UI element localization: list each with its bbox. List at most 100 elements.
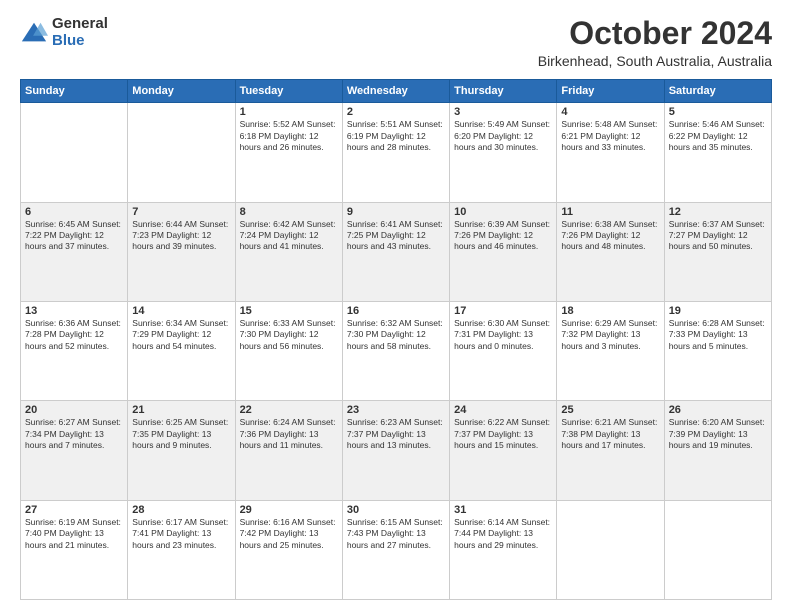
day-number: 3 (454, 106, 552, 118)
cell-info: Sunrise: 6:39 AM Sunset: 7:26 PM Dayligh… (454, 219, 552, 253)
day-number: 7 (132, 206, 230, 218)
day-number: 27 (25, 504, 123, 516)
cell-info: Sunrise: 6:44 AM Sunset: 7:23 PM Dayligh… (132, 219, 230, 253)
calendar-cell: 26Sunrise: 6:20 AM Sunset: 7:39 PM Dayli… (664, 401, 771, 500)
calendar-cell: 29Sunrise: 6:16 AM Sunset: 7:42 PM Dayli… (235, 500, 342, 599)
calendar-cell (664, 500, 771, 599)
cell-info: Sunrise: 6:42 AM Sunset: 7:24 PM Dayligh… (240, 219, 338, 253)
cell-info: Sunrise: 5:52 AM Sunset: 6:18 PM Dayligh… (240, 119, 338, 153)
subtitle: Birkenhead, South Australia, Australia (538, 53, 772, 69)
header-row: SundayMondayTuesdayWednesdayThursdayFrid… (21, 80, 772, 103)
calendar-table: SundayMondayTuesdayWednesdayThursdayFrid… (20, 79, 772, 600)
day-number: 6 (25, 206, 123, 218)
calendar-cell: 14Sunrise: 6:34 AM Sunset: 7:29 PM Dayli… (128, 301, 235, 400)
week-row-3: 13Sunrise: 6:36 AM Sunset: 7:28 PM Dayli… (21, 301, 772, 400)
calendar-cell: 2Sunrise: 5:51 AM Sunset: 6:19 PM Daylig… (342, 103, 449, 202)
cell-info: Sunrise: 6:34 AM Sunset: 7:29 PM Dayligh… (132, 318, 230, 352)
cell-info: Sunrise: 6:25 AM Sunset: 7:35 PM Dayligh… (132, 417, 230, 451)
cell-info: Sunrise: 6:28 AM Sunset: 7:33 PM Dayligh… (669, 318, 767, 352)
calendar-cell: 15Sunrise: 6:33 AM Sunset: 7:30 PM Dayli… (235, 301, 342, 400)
calendar-cell: 12Sunrise: 6:37 AM Sunset: 7:27 PM Dayli… (664, 202, 771, 301)
calendar-cell: 27Sunrise: 6:19 AM Sunset: 7:40 PM Dayli… (21, 500, 128, 599)
calendar-cell: 19Sunrise: 6:28 AM Sunset: 7:33 PM Dayli… (664, 301, 771, 400)
cell-info: Sunrise: 5:48 AM Sunset: 6:21 PM Dayligh… (561, 119, 659, 153)
day-number: 28 (132, 504, 230, 516)
cell-info: Sunrise: 6:27 AM Sunset: 7:34 PM Dayligh… (25, 417, 123, 451)
cell-info: Sunrise: 6:19 AM Sunset: 7:40 PM Dayligh… (25, 517, 123, 551)
calendar-cell: 25Sunrise: 6:21 AM Sunset: 7:38 PM Dayli… (557, 401, 664, 500)
cell-info: Sunrise: 6:20 AM Sunset: 7:39 PM Dayligh… (669, 417, 767, 451)
day-header-sunday: Sunday (21, 80, 128, 103)
day-number: 16 (347, 305, 445, 317)
day-number: 20 (25, 404, 123, 416)
week-row-4: 20Sunrise: 6:27 AM Sunset: 7:34 PM Dayli… (21, 401, 772, 500)
day-number: 2 (347, 106, 445, 118)
cell-info: Sunrise: 6:15 AM Sunset: 7:43 PM Dayligh… (347, 517, 445, 551)
day-number: 15 (240, 305, 338, 317)
cell-info: Sunrise: 6:30 AM Sunset: 7:31 PM Dayligh… (454, 318, 552, 352)
logo-general-label: General (52, 16, 108, 33)
calendar-cell: 5Sunrise: 5:46 AM Sunset: 6:22 PM Daylig… (664, 103, 771, 202)
calendar-cell: 31Sunrise: 6:14 AM Sunset: 7:44 PM Dayli… (450, 500, 557, 599)
main-title: October 2024 (538, 16, 772, 51)
day-number: 5 (669, 106, 767, 118)
cell-info: Sunrise: 5:51 AM Sunset: 6:19 PM Dayligh… (347, 119, 445, 153)
calendar-cell: 13Sunrise: 6:36 AM Sunset: 7:28 PM Dayli… (21, 301, 128, 400)
calendar-cell: 24Sunrise: 6:22 AM Sunset: 7:37 PM Dayli… (450, 401, 557, 500)
calendar-cell (128, 103, 235, 202)
logo-icon (20, 19, 48, 47)
day-number: 31 (454, 504, 552, 516)
calendar-cell: 18Sunrise: 6:29 AM Sunset: 7:32 PM Dayli… (557, 301, 664, 400)
cell-info: Sunrise: 6:21 AM Sunset: 7:38 PM Dayligh… (561, 417, 659, 451)
header: General Blue October 2024 Birkenhead, So… (20, 16, 772, 69)
calendar-cell: 8Sunrise: 6:42 AM Sunset: 7:24 PM Daylig… (235, 202, 342, 301)
day-number: 22 (240, 404, 338, 416)
cell-info: Sunrise: 6:24 AM Sunset: 7:36 PM Dayligh… (240, 417, 338, 451)
day-number: 11 (561, 206, 659, 218)
cell-info: Sunrise: 6:32 AM Sunset: 7:30 PM Dayligh… (347, 318, 445, 352)
day-header-friday: Friday (557, 80, 664, 103)
cell-info: Sunrise: 6:17 AM Sunset: 7:41 PM Dayligh… (132, 517, 230, 551)
cell-info: Sunrise: 6:22 AM Sunset: 7:37 PM Dayligh… (454, 417, 552, 451)
cell-info: Sunrise: 5:49 AM Sunset: 6:20 PM Dayligh… (454, 119, 552, 153)
calendar-cell: 16Sunrise: 6:32 AM Sunset: 7:30 PM Dayli… (342, 301, 449, 400)
day-number: 10 (454, 206, 552, 218)
logo-text: General Blue (52, 16, 108, 49)
day-number: 9 (347, 206, 445, 218)
week-row-1: 1Sunrise: 5:52 AM Sunset: 6:18 PM Daylig… (21, 103, 772, 202)
calendar-cell: 1Sunrise: 5:52 AM Sunset: 6:18 PM Daylig… (235, 103, 342, 202)
day-number: 8 (240, 206, 338, 218)
calendar-cell: 22Sunrise: 6:24 AM Sunset: 7:36 PM Dayli… (235, 401, 342, 500)
calendar-cell: 11Sunrise: 6:38 AM Sunset: 7:26 PM Dayli… (557, 202, 664, 301)
cell-info: Sunrise: 6:14 AM Sunset: 7:44 PM Dayligh… (454, 517, 552, 551)
day-number: 14 (132, 305, 230, 317)
cell-info: Sunrise: 6:45 AM Sunset: 7:22 PM Dayligh… (25, 219, 123, 253)
week-row-2: 6Sunrise: 6:45 AM Sunset: 7:22 PM Daylig… (21, 202, 772, 301)
logo: General Blue (20, 16, 108, 49)
day-header-saturday: Saturday (664, 80, 771, 103)
cell-info: Sunrise: 6:38 AM Sunset: 7:26 PM Dayligh… (561, 219, 659, 253)
day-number: 24 (454, 404, 552, 416)
calendar-cell: 17Sunrise: 6:30 AM Sunset: 7:31 PM Dayli… (450, 301, 557, 400)
calendar-cell (21, 103, 128, 202)
title-block: October 2024 Birkenhead, South Australia… (538, 16, 772, 69)
calendar-cell: 20Sunrise: 6:27 AM Sunset: 7:34 PM Dayli… (21, 401, 128, 500)
day-number: 19 (669, 305, 767, 317)
day-number: 21 (132, 404, 230, 416)
day-number: 1 (240, 106, 338, 118)
day-number: 26 (669, 404, 767, 416)
day-number: 13 (25, 305, 123, 317)
day-number: 23 (347, 404, 445, 416)
cell-info: Sunrise: 6:33 AM Sunset: 7:30 PM Dayligh… (240, 318, 338, 352)
day-header-monday: Monday (128, 80, 235, 103)
day-header-thursday: Thursday (450, 80, 557, 103)
calendar-cell: 4Sunrise: 5:48 AM Sunset: 6:21 PM Daylig… (557, 103, 664, 202)
calendar-cell: 9Sunrise: 6:41 AM Sunset: 7:25 PM Daylig… (342, 202, 449, 301)
cell-info: Sunrise: 6:23 AM Sunset: 7:37 PM Dayligh… (347, 417, 445, 451)
calendar-cell: 10Sunrise: 6:39 AM Sunset: 7:26 PM Dayli… (450, 202, 557, 301)
calendar-cell: 7Sunrise: 6:44 AM Sunset: 7:23 PM Daylig… (128, 202, 235, 301)
cell-info: Sunrise: 5:46 AM Sunset: 6:22 PM Dayligh… (669, 119, 767, 153)
page: General Blue October 2024 Birkenhead, So… (0, 0, 792, 612)
calendar-cell: 21Sunrise: 6:25 AM Sunset: 7:35 PM Dayli… (128, 401, 235, 500)
calendar-cell (557, 500, 664, 599)
